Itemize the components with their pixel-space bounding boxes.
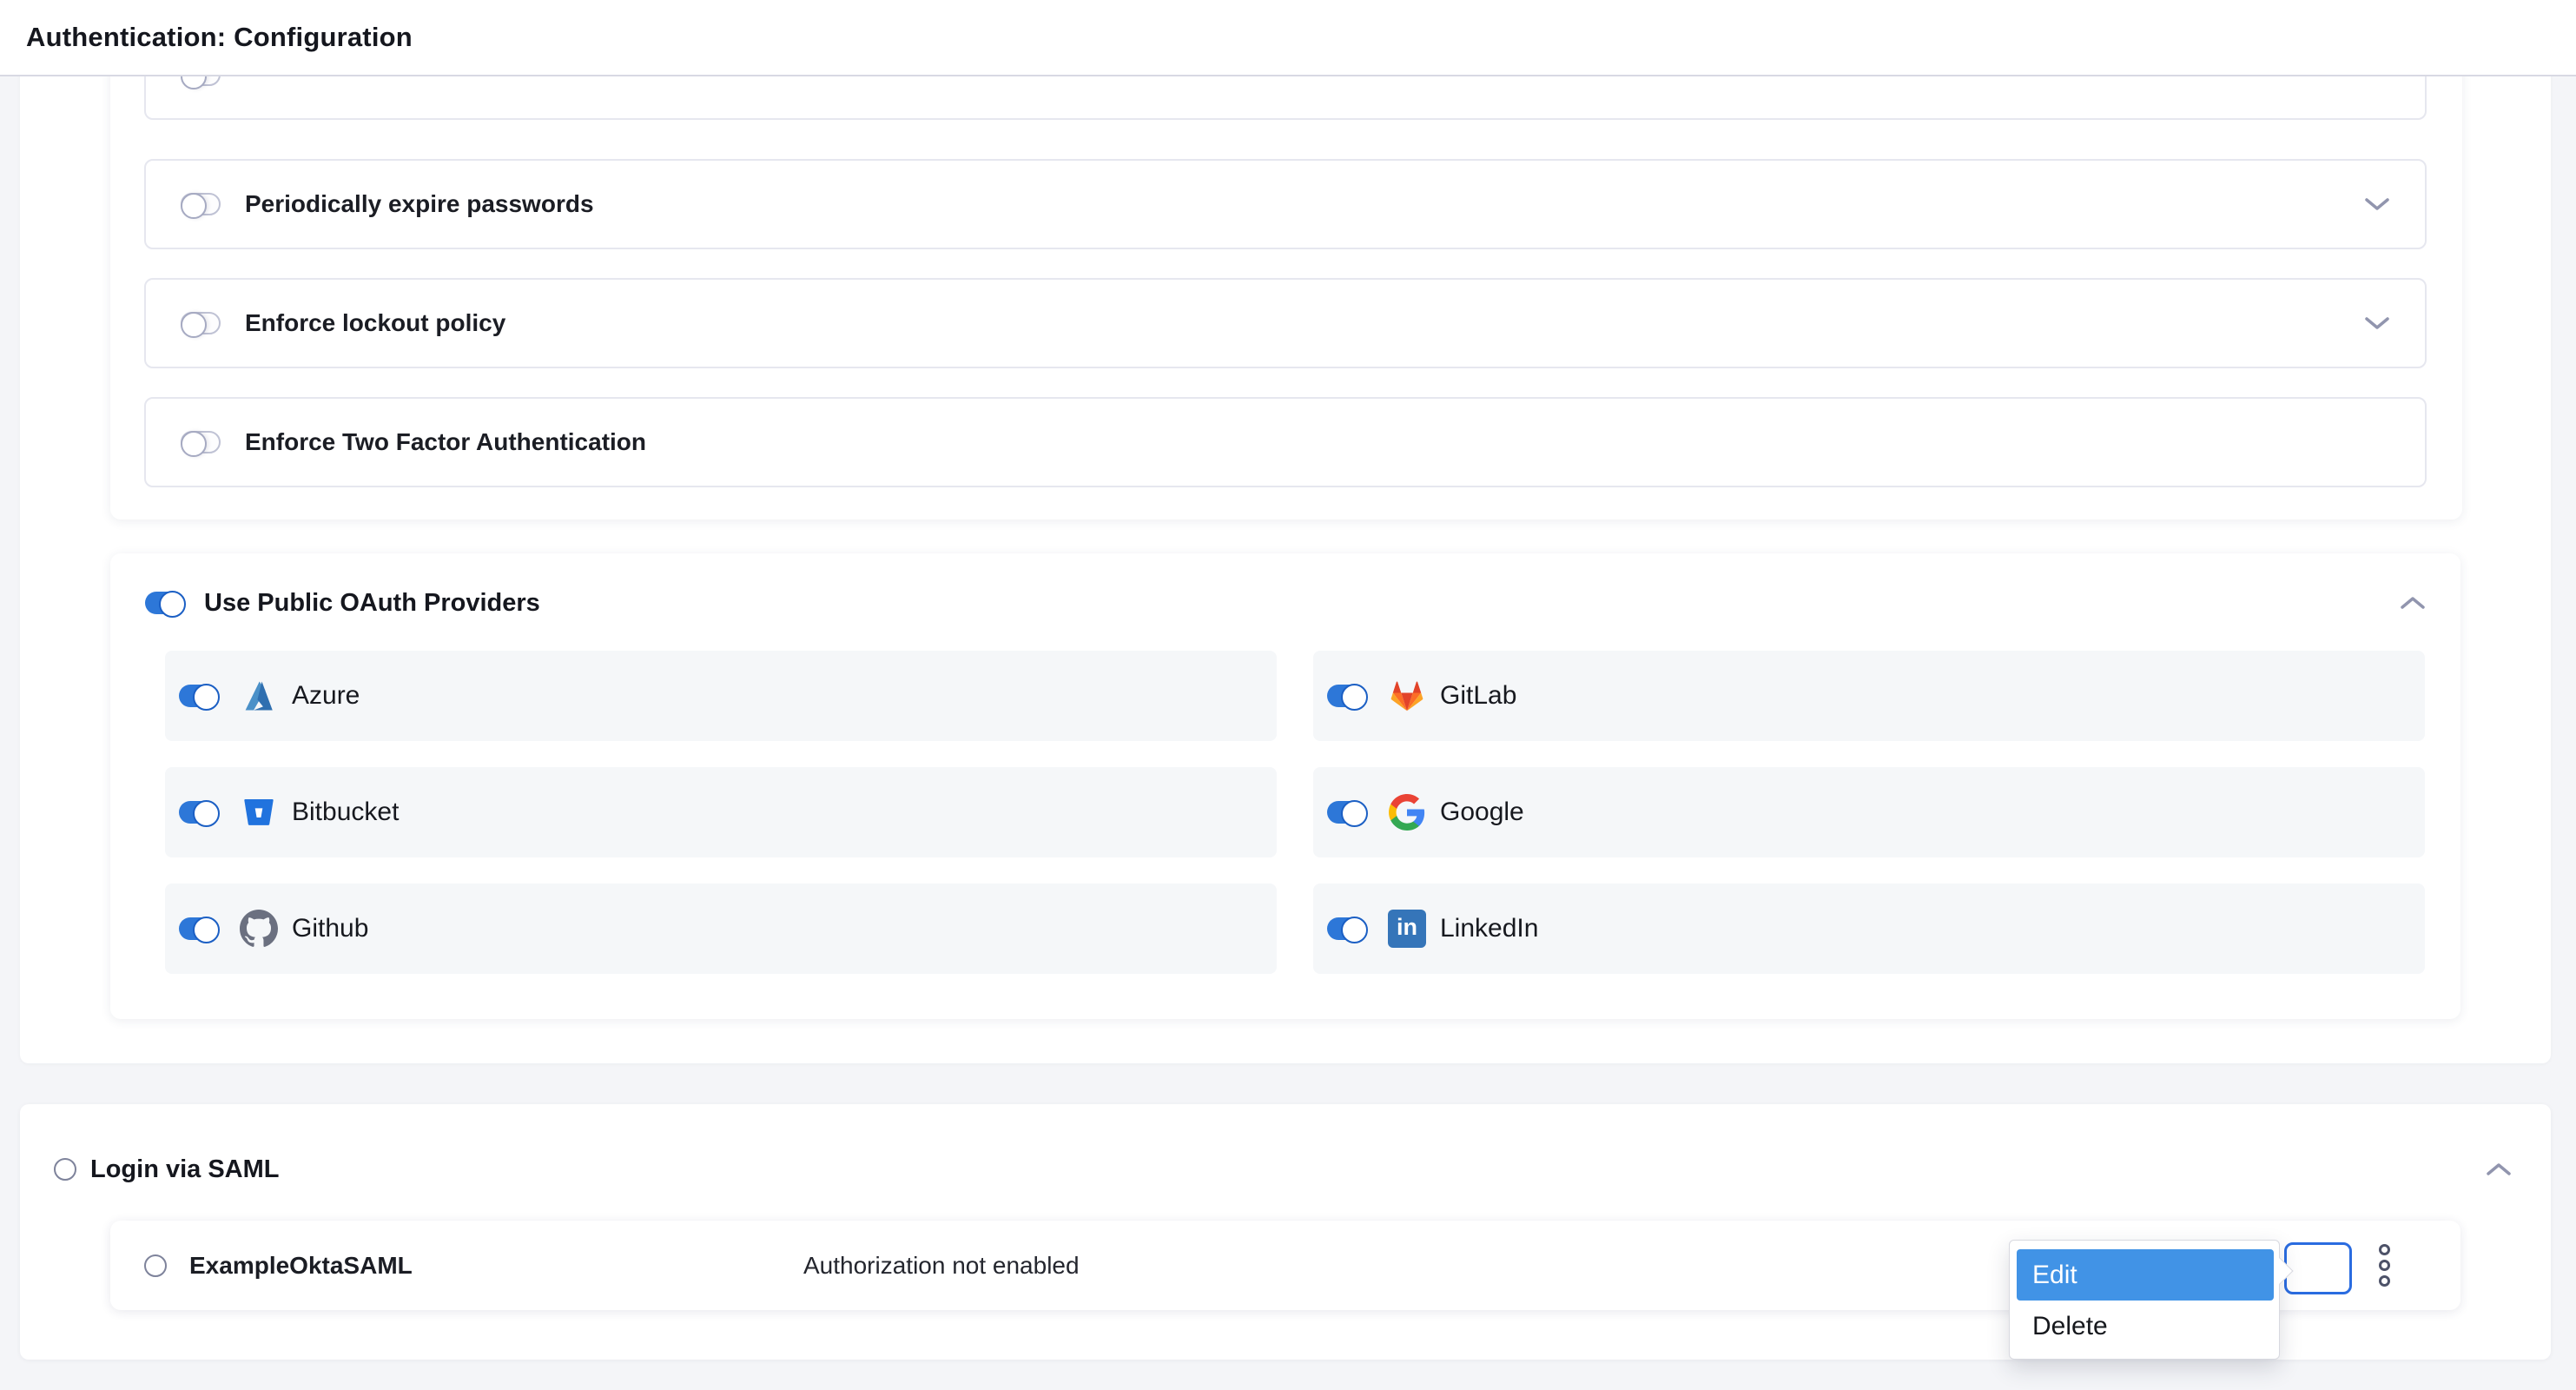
github-toggle[interactable]	[179, 917, 219, 940]
password-policy-row-expire: Periodically expire passwords	[144, 159, 2427, 249]
saml-section-header: Login via SAML	[54, 1139, 2512, 1200]
provider-label: Azure	[292, 681, 360, 711]
provider-label: GitLab	[1440, 681, 1516, 711]
provider-row-bitbucket: Bitbucket	[165, 767, 1277, 857]
chevron-down-icon[interactable]	[2364, 197, 2390, 211]
provider-row-gitlab: GitLab	[1313, 651, 2425, 741]
linkedin-icon: in	[1388, 910, 1426, 948]
password-policy-card: Periodically expire passwords Enforce lo…	[110, 0, 2462, 520]
saml-entry-status: Authorization not enabled	[803, 1252, 1080, 1280]
gitlab-toggle[interactable]	[1327, 685, 1367, 707]
use-public-oauth-toggle[interactable]	[145, 592, 185, 614]
password-policy-row-2fa: Enforce Two Factor Authentication	[144, 397, 2427, 487]
saml-entry-focused-actions-button[interactable]	[2284, 1242, 2352, 1294]
menu-item-delete[interactable]: Delete	[2017, 1301, 2274, 1352]
page-title: Authentication: Configuration	[26, 22, 413, 53]
oauth-section-header: Use Public OAuth Providers	[145, 573, 2426, 633]
github-icon	[240, 910, 278, 948]
saml-section-title: Login via SAML	[90, 1155, 280, 1184]
auth-settings-section: Periodically expire passwords Enforce lo…	[20, 0, 2551, 1063]
page-header: Authentication: Configuration	[0, 0, 2576, 76]
provider-grid: Azure GitLab	[165, 651, 2425, 974]
provider-label: LinkedIn	[1440, 914, 1538, 943]
policy-label: Periodically expire passwords	[245, 190, 594, 218]
bitbucket-toggle[interactable]	[179, 801, 219, 824]
google-icon	[1388, 793, 1426, 831]
periodically-expire-toggle[interactable]	[181, 193, 221, 215]
kebab-menu-icon[interactable]	[2365, 1234, 2403, 1297]
gitlab-icon	[1388, 677, 1426, 715]
provider-row-github: Github	[165, 884, 1277, 974]
policy-label: Enforce Two Factor Authentication	[245, 428, 646, 456]
azure-icon	[240, 677, 278, 715]
menu-item-edit[interactable]: Edit	[2017, 1249, 2274, 1301]
lockout-policy-toggle[interactable]	[181, 312, 221, 334]
linkedin-toggle[interactable]	[1327, 917, 1367, 940]
provider-label: Github	[292, 914, 368, 943]
context-menu: Edit Delete	[2009, 1240, 2280, 1360]
oauth-section-title: Use Public OAuth Providers	[204, 589, 540, 618]
chevron-up-icon[interactable]	[2486, 1162, 2512, 1176]
provider-label: Google	[1440, 798, 1524, 827]
saml-radio[interactable]	[54, 1158, 76, 1181]
google-toggle[interactable]	[1327, 801, 1367, 824]
provider-row-google: Google	[1313, 767, 2425, 857]
provider-row-azure: Azure	[165, 651, 1277, 741]
saml-entry-name: ExampleOktaSAML	[189, 1252, 413, 1280]
bitbucket-icon	[240, 793, 278, 831]
password-policy-row-lockout: Enforce lockout policy	[144, 278, 2427, 368]
policy-label: Enforce lockout policy	[245, 309, 505, 337]
provider-row-linkedin: in LinkedIn	[1313, 884, 2425, 974]
azure-toggle[interactable]	[179, 685, 219, 707]
chevron-up-icon[interactable]	[2400, 596, 2426, 610]
saml-entry-radio[interactable]	[144, 1254, 167, 1277]
oauth-providers-card: Use Public OAuth Providers Azure	[110, 553, 2460, 1019]
chevron-down-icon[interactable]	[2364, 316, 2390, 330]
provider-label: Bitbucket	[292, 798, 399, 827]
two-factor-toggle[interactable]	[181, 431, 221, 453]
